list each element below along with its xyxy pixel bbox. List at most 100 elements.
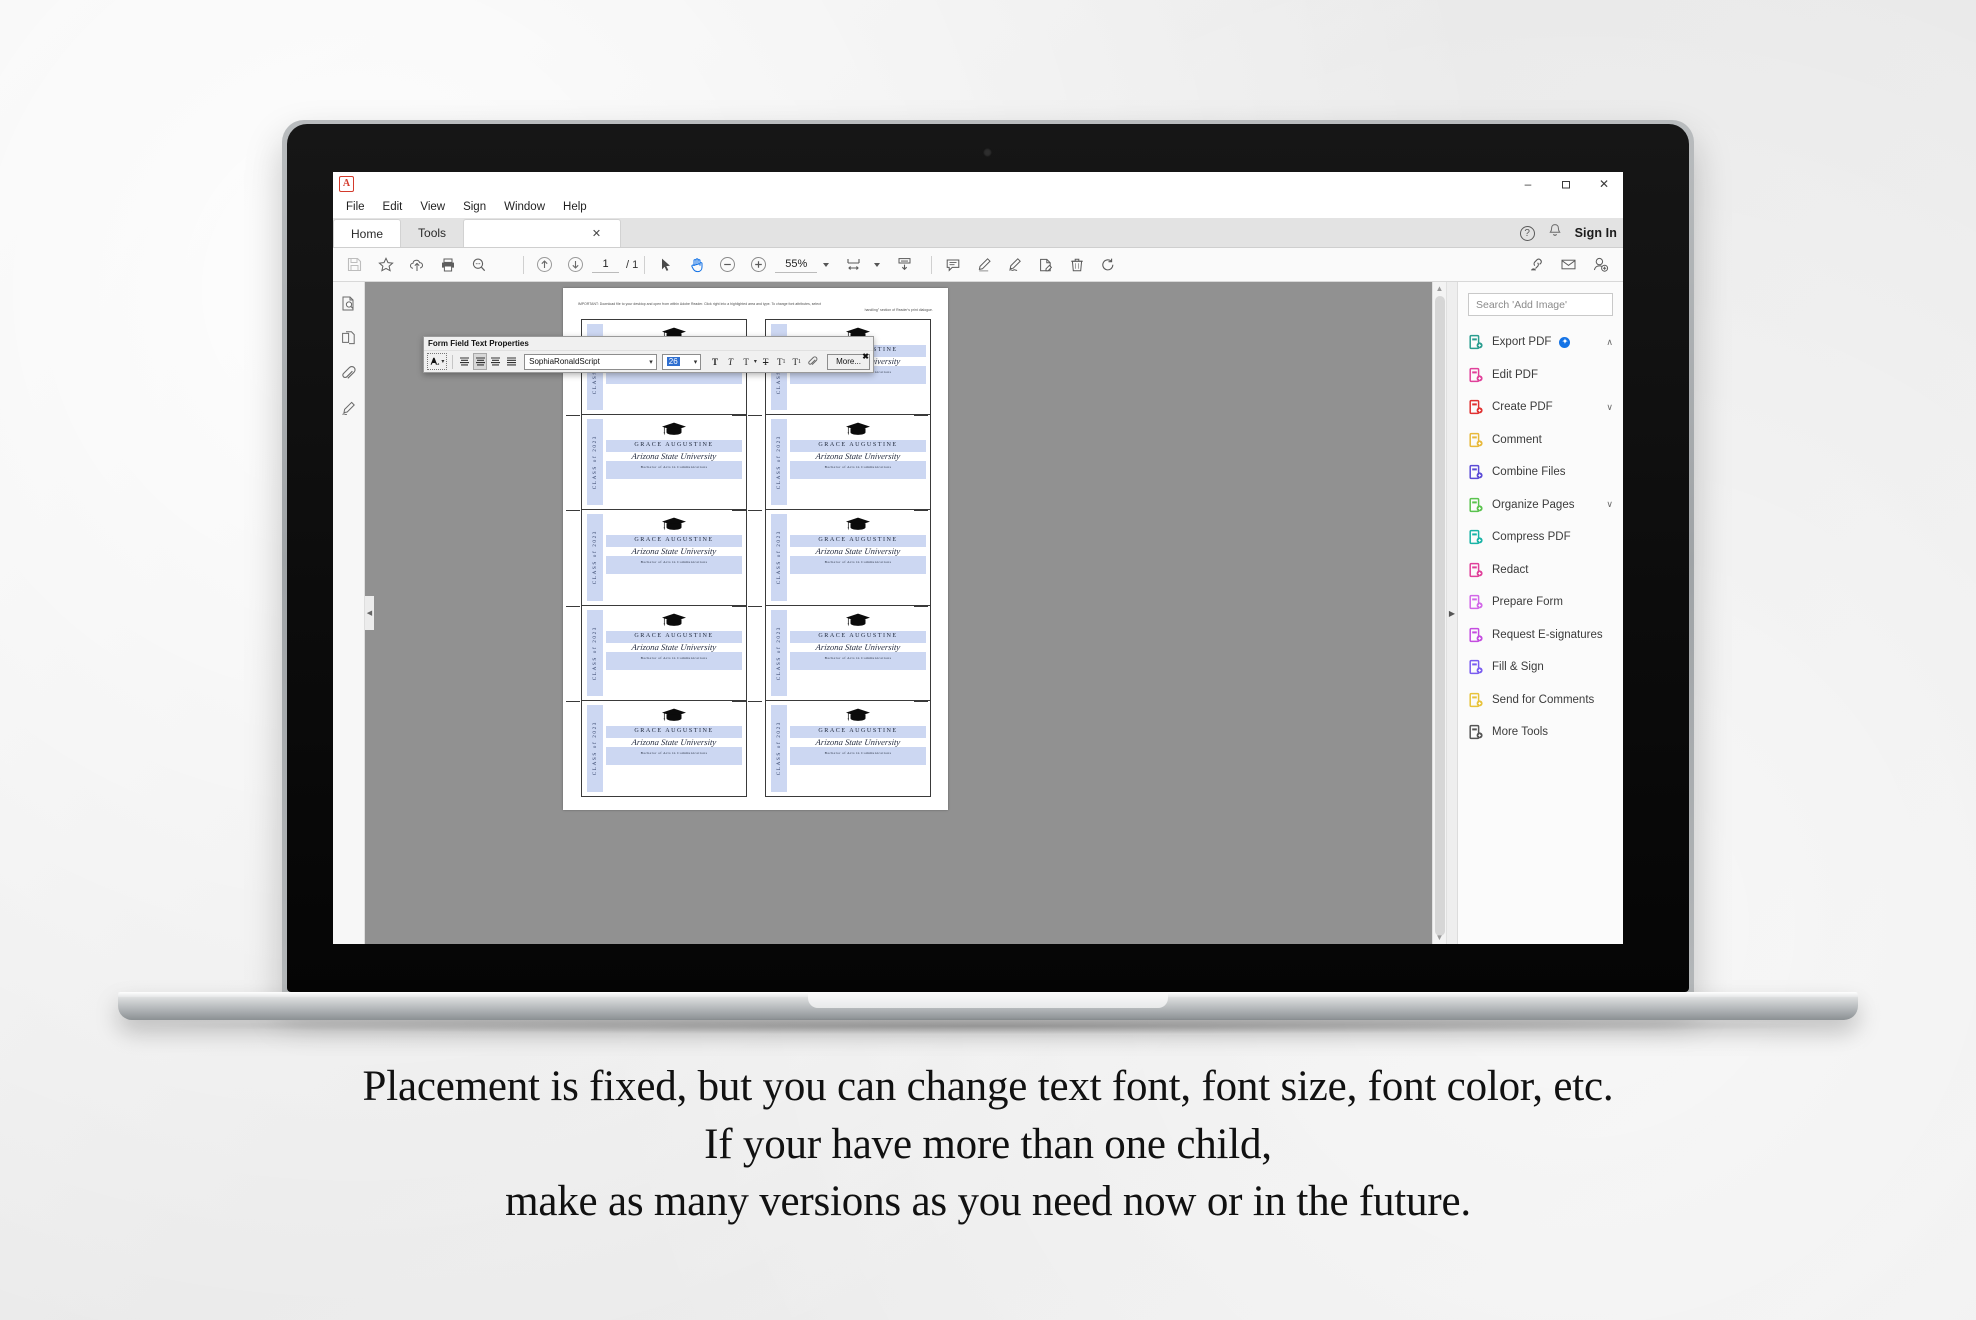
chevron-icon[interactable]: ∨ [1606, 499, 1613, 510]
announcement-card[interactable]: CLASS of 2023 GRACE AUGUSTINE Arizona Stat… [582, 701, 746, 796]
bold-button[interactable]: T [708, 353, 722, 370]
minimize-button[interactable]: – [1509, 172, 1547, 196]
document-vertical-scrollbar[interactable]: ▲ ▼ [1432, 282, 1446, 944]
university-field[interactable]: Arizona State University [789, 451, 926, 461]
menu-help[interactable]: Help [555, 199, 595, 215]
font-family-select[interactable]: SophiaRonaldScript ▾ [524, 353, 657, 370]
tool-item-request-e-signatures[interactable]: Request E-signatures [1458, 619, 1623, 652]
font-size-select[interactable]: 26 ▾ [661, 353, 702, 370]
fit-width-icon[interactable] [839, 251, 868, 279]
rotate-icon[interactable] [1093, 251, 1122, 279]
announcement-card[interactable]: CLASS of 2023 GRACE AUGUSTINE Arizona Stat… [766, 606, 930, 701]
close-button[interactable]: ✕ [1585, 172, 1623, 196]
tab-document[interactable]: ✕ [463, 219, 622, 247]
tool-item-organize-pages[interactable]: Organize Pages ∨ [1458, 489, 1623, 522]
pages-copy-icon[interactable] [337, 326, 361, 350]
hand-icon[interactable] [682, 251, 711, 279]
scrollbar-thumb[interactable] [1435, 296, 1445, 936]
university-field[interactable]: Arizona State University [605, 642, 742, 652]
university-field[interactable]: Arizona State University [605, 546, 742, 556]
scroll-up-arrow[interactable]: ▲ [1433, 282, 1446, 295]
university-field[interactable]: Arizona State University [789, 642, 926, 652]
tool-item-export-pdf[interactable]: Export PDF ✦ ∧ [1458, 326, 1623, 359]
university-field[interactable]: Arizona State University [789, 546, 926, 556]
menu-file[interactable]: File [338, 199, 373, 215]
menu-view[interactable]: View [412, 199, 453, 215]
search-icon[interactable] [464, 251, 493, 279]
zoom-level-input[interactable]: 55% [775, 256, 818, 273]
signature-icon[interactable] [337, 396, 361, 420]
text-color-menu-button[interactable]: T [739, 353, 753, 370]
scroll-mode-icon[interactable] [890, 251, 919, 279]
cloud-upload-icon[interactable] [402, 251, 431, 279]
tab-tools[interactable]: Tools [401, 219, 464, 247]
document-pane[interactable]: ◀ IMPORTANT: Download file to your deskt… [365, 282, 1432, 944]
zoom-in-button[interactable] [744, 251, 773, 279]
chevron-icon[interactable]: ∨ [1606, 402, 1613, 413]
bell-icon[interactable] [1548, 223, 1562, 243]
tool-item-create-pdf[interactable]: Create PDF ∨ [1458, 391, 1623, 424]
university-field[interactable]: Arizona State University [789, 737, 926, 747]
next-page-button[interactable] [561, 251, 590, 279]
announcement-card[interactable]: CLASS of 2023 GRACE AUGUSTINE Arizona Stat… [766, 701, 930, 796]
add-person-icon[interactable] [1586, 251, 1615, 279]
announcement-card[interactable]: CLASS of 2023 GRACE AUGUSTINE Arizona Stat… [582, 510, 746, 606]
announcement-card[interactable]: CLASS of 2023 GRACE AUGUSTINE Arizona Stat… [766, 415, 930, 511]
align-justify-button[interactable] [504, 353, 519, 370]
page-thumbnails-icon[interactable] [337, 291, 361, 315]
text-color-icon[interactable]: ▾ [427, 353, 447, 370]
tool-item-combine-files[interactable]: Combine Files [1458, 456, 1623, 489]
paperclip-icon[interactable] [805, 353, 820, 370]
print-icon[interactable] [433, 251, 462, 279]
tool-item-fill-sign[interactable]: Fill & Sign [1458, 651, 1623, 684]
tab-home[interactable]: Home [333, 219, 402, 247]
menu-sign[interactable]: Sign [455, 199, 494, 215]
university-field[interactable]: Arizona State University [605, 737, 742, 747]
zoom-dropdown-icon[interactable] [823, 262, 830, 267]
star-icon[interactable] [371, 251, 400, 279]
attachments-icon[interactable] [337, 361, 361, 385]
tool-item-prepare-form[interactable]: Prepare Form [1458, 586, 1623, 619]
form-field-text-properties-dialog[interactable]: Form Field Text Properties ✖ ▾ SophiaRon… [423, 336, 874, 373]
prev-page-button[interactable] [530, 251, 559, 279]
sign-icon[interactable] [1000, 251, 1029, 279]
search-tools-input[interactable]: Search 'Add Image' [1468, 293, 1613, 316]
zoom-out-button[interactable] [713, 251, 742, 279]
help-icon[interactable]: ? [1519, 225, 1535, 241]
tool-item-send-for-comments[interactable]: Send for Comments [1458, 684, 1623, 717]
stamp-icon[interactable] [1031, 251, 1060, 279]
tab-close-icon[interactable]: ✕ [592, 227, 601, 240]
tool-item-more-tools[interactable]: More Tools [1458, 716, 1623, 749]
highlight-pen-icon[interactable] [969, 251, 998, 279]
align-right-button[interactable] [489, 353, 503, 370]
fit-dropdown-icon[interactable] [874, 262, 881, 267]
strikethrough-button[interactable]: T [758, 353, 773, 370]
share-link-icon[interactable] [1522, 251, 1551, 279]
tool-item-redact[interactable]: Redact [1458, 554, 1623, 587]
page-number-input[interactable]: 1 [592, 256, 619, 273]
collapse-left-panel-button[interactable]: ◀ [365, 596, 374, 630]
email-icon[interactable] [1554, 251, 1583, 279]
superscript-button[interactable]: T1 [774, 353, 788, 370]
color-menu-caret-icon[interactable]: ▾ [754, 358, 757, 365]
trash-icon[interactable] [1062, 251, 1091, 279]
menu-edit[interactable]: Edit [375, 199, 411, 215]
comment-icon[interactable] [938, 251, 967, 279]
chevron-icon[interactable]: ∧ [1606, 337, 1613, 348]
scroll-down-arrow[interactable]: ▼ [1433, 931, 1446, 944]
announcement-card[interactable]: CLASS of 2023 GRACE AUGUSTINE Arizona Stat… [582, 415, 746, 511]
tool-item-compress-pdf[interactable]: Compress PDF [1458, 521, 1623, 554]
cursor-icon[interactable] [651, 251, 680, 279]
align-left-button[interactable] [457, 353, 472, 370]
tool-item-comment[interactable]: Comment [1458, 424, 1623, 457]
save-icon[interactable] [340, 251, 369, 279]
university-field[interactable]: Arizona State University [605, 451, 742, 461]
dialog-close-icon[interactable]: ✖ [862, 352, 869, 361]
menu-window[interactable]: Window [496, 199, 553, 215]
sign-in-button[interactable]: Sign In [1575, 226, 1617, 240]
italic-button[interactable]: T [723, 353, 738, 370]
announcement-card[interactable]: CLASS of 2023 GRACE AUGUSTINE Arizona Stat… [582, 606, 746, 701]
collapse-right-panel-button[interactable]: ▶ [1446, 282, 1457, 944]
maximize-button[interactable] [1547, 172, 1585, 196]
subscript-button[interactable]: T1 [789, 353, 804, 370]
